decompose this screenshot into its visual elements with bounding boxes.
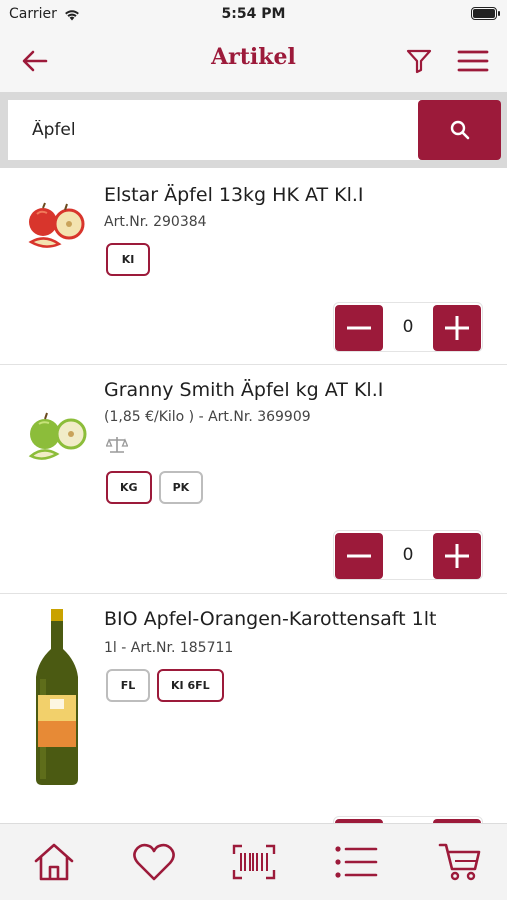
decrement-button[interactable]	[335, 533, 383, 579]
list-icon[interactable]	[328, 838, 384, 886]
unit-badge[interactable]: KG	[106, 471, 152, 504]
product-title: BIO Apfel-Orangen-Karottensaft 1lt	[104, 608, 437, 630]
search-button[interactable]	[418, 100, 501, 160]
juice-bottle-icon	[22, 608, 92, 788]
list-item[interactable]: Granny Smith Äpfel kg AT Kl.I (1,85 €/Ki…	[0, 365, 507, 594]
product-list[interactable]: Elstar Äpfel 13kg HK AT Kl.I Art.Nr. 290…	[0, 168, 507, 823]
green-apples-icon	[22, 409, 92, 469]
unit-badge[interactable]: FL	[106, 669, 150, 702]
barcode-icon[interactable]	[226, 838, 282, 886]
product-subtitle: 1l - Art.Nr. 185711	[104, 640, 234, 656]
product-subtitle: Art.Nr. 290384	[104, 214, 207, 230]
unit-badge[interactable]: KI	[106, 243, 150, 276]
list-item[interactable]: Elstar Äpfel 13kg HK AT Kl.I Art.Nr. 290…	[0, 168, 507, 365]
list-item[interactable]: BIO Apfel-Orangen-Karottensaft 1lt 1l - …	[0, 594, 507, 823]
product-title: Elstar Äpfel 13kg HK AT Kl.I	[104, 184, 364, 206]
nav-bar: Artikel	[0, 30, 507, 92]
menu-icon[interactable]	[455, 43, 491, 79]
increment-button[interactable]	[433, 533, 481, 579]
quantity-stepper	[333, 816, 483, 823]
quantity-value[interactable]: 0	[383, 317, 433, 337]
heart-icon[interactable]	[126, 838, 182, 886]
decrement-button[interactable]	[335, 305, 383, 351]
battery-icon	[471, 7, 500, 20]
filter-icon[interactable]	[401, 43, 437, 79]
search-bar	[0, 92, 507, 168]
plus-icon	[445, 544, 469, 568]
quantity-stepper: 0	[333, 302, 483, 352]
minus-icon	[347, 554, 371, 558]
unit-badges: FL KI 6FL	[106, 669, 224, 702]
product-subtitle: (1,85 €/Kilo ) - Art.Nr. 369909	[104, 409, 311, 425]
search-icon	[450, 120, 469, 140]
quantity-value[interactable]: 0	[383, 545, 433, 565]
unit-badges: KI	[106, 243, 150, 276]
red-apples-icon	[22, 198, 92, 258]
tab-bar	[0, 823, 507, 900]
scale-icon	[106, 437, 128, 453]
search-input[interactable]	[8, 100, 420, 160]
minus-icon	[347, 326, 371, 330]
plus-icon	[445, 316, 469, 340]
increment-button[interactable]	[433, 305, 481, 351]
unit-badges: KG PK	[106, 471, 204, 504]
quantity-stepper: 0	[333, 530, 483, 580]
home-icon[interactable]	[26, 838, 82, 886]
status-time: 5:54 PM	[221, 6, 286, 22]
cart-icon[interactable]	[432, 838, 488, 886]
product-title: Granny Smith Äpfel kg AT Kl.I	[104, 379, 384, 401]
unit-badge[interactable]: KI 6FL	[157, 669, 224, 702]
status-bar: Carrier 5:54 PM	[0, 0, 507, 30]
unit-badge[interactable]: PK	[158, 471, 204, 504]
